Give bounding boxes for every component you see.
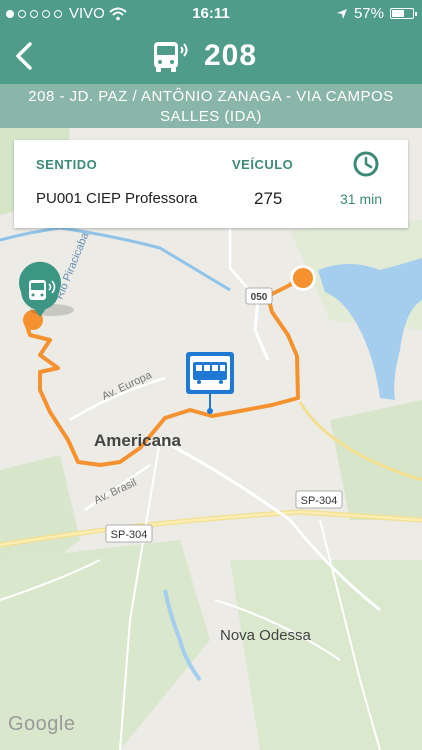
battery-icon [390, 8, 417, 19]
veiculo-value: 275 [254, 189, 283, 208]
location-arrow-icon [336, 8, 347, 19]
page-title: 208 [150, 36, 257, 76]
road-shield-050: 050 [245, 287, 273, 305]
status-right: 57% [336, 5, 417, 22]
nav-bar: 208 [0, 28, 422, 84]
city-label: Americana [94, 431, 181, 450]
clock-icon [353, 151, 379, 177]
road-sp304-label: SP-304 [111, 529, 148, 541]
sentido-label: SENTIDO [36, 157, 98, 172]
road-shield-sp304-east: SP-304 [295, 490, 343, 509]
status-bar: VIVO 16:11 57% [0, 0, 422, 28]
route-name-banner: 208 - JD. PAZ / ANTÔNIO ZANAGA - VIA CAM… [0, 84, 422, 128]
town-label: Nova Odessa [220, 627, 312, 644]
road-050-label: 050 [251, 292, 268, 303]
road-sp304-label: SP-304 [301, 495, 338, 507]
trip-info-card: SENTIDO PU001 CIEP Professora VEÍCULO 27… [14, 140, 408, 228]
origin-marker[interactable] [290, 265, 316, 291]
route-number: 208 [204, 39, 258, 72]
road-shield-sp304-west: SP-304 [105, 524, 153, 543]
google-attribution: Google [8, 713, 76, 735]
back-chevron-icon[interactable] [10, 36, 50, 76]
veiculo-label: VEÍCULO [232, 157, 294, 172]
bus-icon [154, 42, 188, 72]
sentido-value: PU001 CIEP Professora [36, 190, 198, 207]
eta-value: 31 min [340, 191, 383, 207]
battery-percent: 57% [353, 5, 384, 22]
